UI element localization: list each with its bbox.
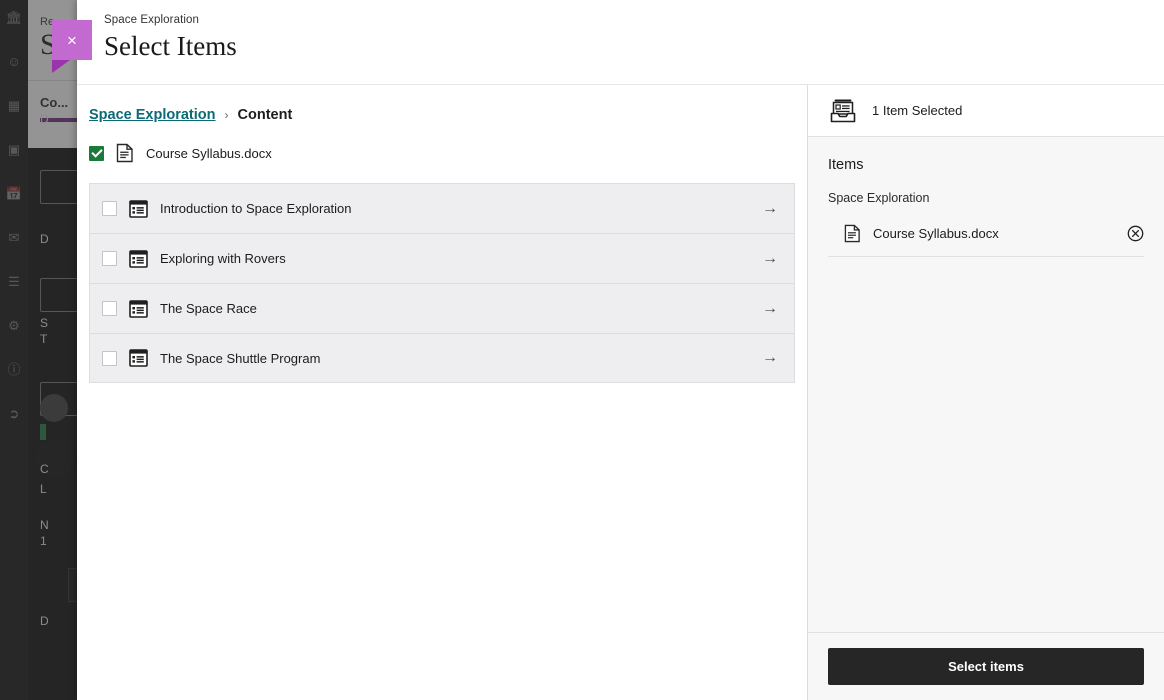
table-row[interactable]: Exploring with Rovers → [89, 233, 795, 283]
selection-summary: 1 Item Selected [808, 85, 1164, 137]
document-icon [844, 224, 861, 243]
selection-heading: Items [828, 157, 1144, 173]
table-row-label: Introduction to Space Exploration [160, 201, 352, 216]
table-row-label: Exploring with Rovers [160, 251, 286, 266]
selection-list: Items Space Exploration Course Syllabus.… [808, 137, 1164, 632]
dialog-body: Space Exploration › Content Course Sylla… [77, 85, 1164, 700]
checkbox-folder-3[interactable] [102, 351, 117, 366]
table-row[interactable]: Introduction to Space Exploration → [89, 183, 795, 233]
content-browser: Space Exploration › Content Course Sylla… [77, 85, 808, 700]
select-items-button[interactable]: Select items [828, 648, 1144, 685]
module-icon [129, 200, 148, 218]
table-row-label: The Space Race [160, 301, 257, 316]
breadcrumb: Space Exploration › Content [77, 85, 807, 123]
page-title: Select Items [104, 30, 1164, 62]
status-badge: 1 Item Selected [872, 103, 962, 118]
list-item-label: Course Syllabus.docx [146, 146, 272, 161]
document-icon [116, 143, 134, 163]
selection-group-label: Space Exploration [828, 191, 1144, 205]
list-item: Course Syllabus.docx [828, 215, 1144, 257]
module-icon [129, 250, 148, 268]
selection-footer: Select items [808, 632, 1164, 700]
table-row[interactable]: The Space Shuttle Program → [89, 333, 795, 383]
inbox-tray-icon [828, 96, 858, 126]
list-item[interactable]: Course Syllabus.docx [77, 129, 807, 177]
selection-panel: 1 Item Selected Items Space Exploration [808, 85, 1164, 700]
arrow-right-icon[interactable]: → [762, 200, 778, 218]
checkbox-course-syllabus[interactable] [89, 146, 104, 161]
arrow-right-icon[interactable]: → [762, 250, 778, 268]
dialog-header: × Space Exploration Select Items [77, 0, 1164, 85]
close-icon[interactable]: × [52, 20, 92, 60]
dialog-eyebrow: Space Exploration [104, 14, 1164, 26]
checkbox-folder-0[interactable] [102, 201, 117, 216]
checkbox-folder-1[interactable] [102, 251, 117, 266]
arrow-right-icon[interactable]: → [762, 349, 778, 367]
module-icon [129, 300, 148, 318]
close-glyph: × [67, 32, 77, 49]
checkbox-folder-2[interactable] [102, 301, 117, 316]
remove-circle-icon[interactable] [1127, 225, 1144, 242]
table-row-label: The Space Shuttle Program [160, 351, 320, 366]
select-items-dialog: × Space Exploration Select Items Space E… [77, 0, 1164, 700]
breadcrumb-current: Content [238, 107, 293, 123]
folder-list: Introduction to Space Exploration → [77, 183, 807, 383]
list-item-label: Course Syllabus.docx [873, 226, 999, 241]
breadcrumb-link-space-exploration[interactable]: Space Exploration [89, 107, 216, 123]
chevron-right-icon: › [225, 108, 229, 122]
arrow-right-icon[interactable]: → [762, 300, 778, 318]
module-icon [129, 349, 148, 367]
table-row[interactable]: The Space Race → [89, 283, 795, 333]
